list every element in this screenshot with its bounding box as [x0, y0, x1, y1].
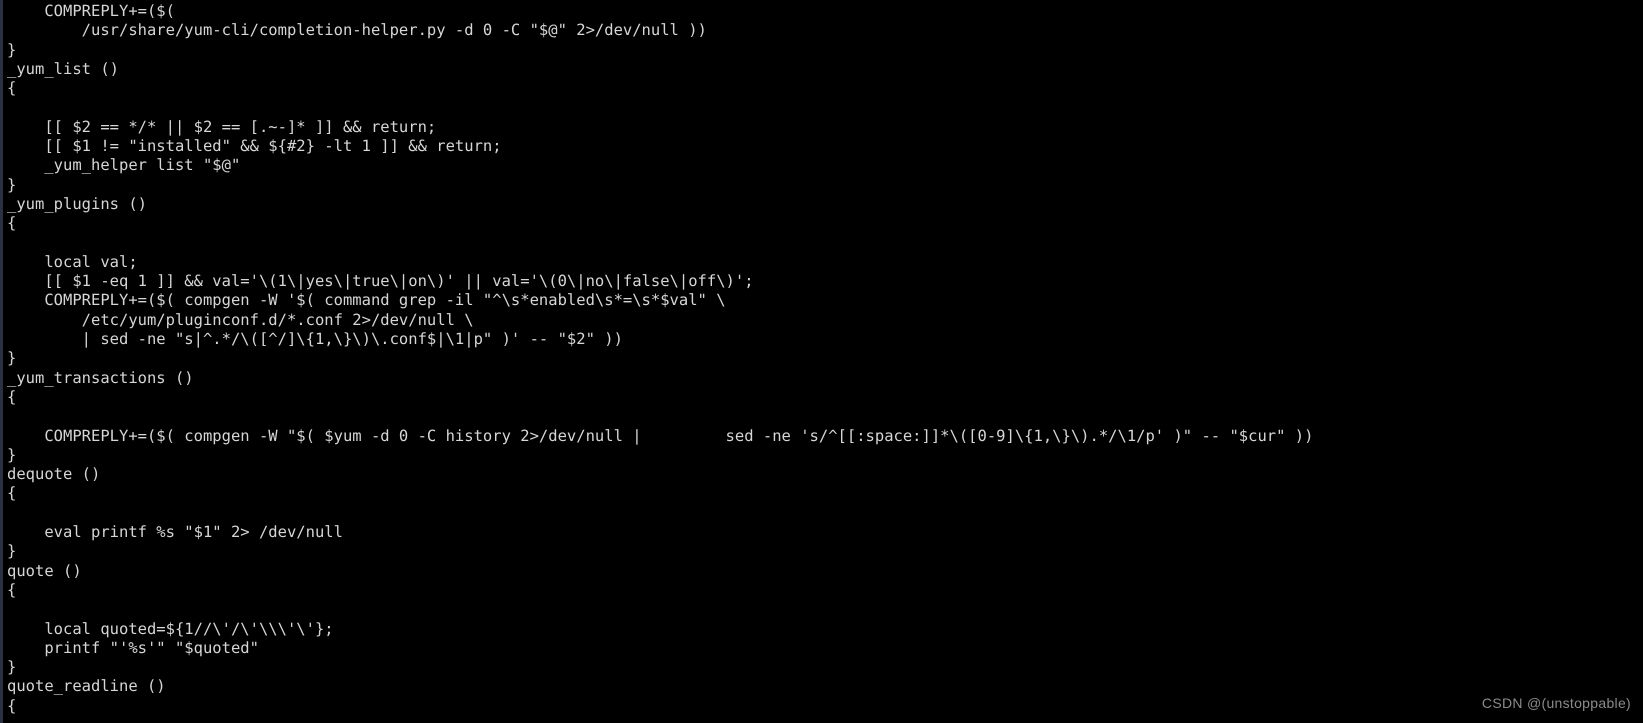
terminal-line: {	[7, 387, 17, 406]
terminal-line: {	[7, 484, 17, 503]
terminal-line: COMPREPLY+=($( compgen -W '$( command gr…	[7, 291, 726, 310]
terminal-line: _yum_transactions ()	[7, 368, 194, 387]
terminal-line: }	[7, 658, 17, 677]
terminal-line: /usr/share/yum-cli/completion-helper.py …	[7, 21, 707, 40]
terminal-line: }	[7, 40, 17, 59]
terminal-line: _yum_plugins ()	[7, 194, 147, 213]
terminal-output-area[interactable]: COMPREPLY+=($( /usr/share/yum-cli/comple…	[3, 0, 1643, 723]
terminal-line: [[ $1 -eq 1 ]] && val='\(1\|yes\|true\|o…	[7, 272, 754, 291]
terminal-line: [[ $1 != "installed" && ${#2} -lt 1 ]] &…	[7, 137, 502, 156]
terminal-line: }	[7, 445, 17, 464]
terminal-line: _yum_helper list "$@"	[7, 156, 241, 175]
terminal-line: COMPREPLY+=($( compgen -W "$( $yum -d 0 …	[7, 426, 1314, 445]
terminal-line: COMPREPLY+=($(	[7, 2, 175, 20]
terminal-line: }	[7, 349, 17, 368]
terminal-line: local val;	[7, 252, 138, 271]
terminal-line: quote_readline ()	[7, 677, 166, 696]
terminal-line: eval printf %s "$1" 2> /dev/null	[7, 523, 343, 542]
terminal-line: }	[7, 175, 17, 194]
terminal-line: dequote ()	[7, 465, 101, 484]
terminal-line: {	[7, 214, 17, 233]
terminal-line: | sed -ne "s|^.*/\([^/]\{1,\}\)\.conf$|\…	[7, 330, 623, 349]
terminal-line: {	[7, 580, 17, 599]
terminal-line: }	[7, 542, 17, 561]
terminal-line: [[ $2 == */* || $2 == [.~-]* ]] && retur…	[7, 117, 437, 136]
terminal-line: /etc/yum/pluginconf.d/*.conf 2>/dev/null…	[7, 310, 474, 329]
terminal-line: printf "'%s'" "$quoted"	[7, 638, 259, 657]
terminal-line: {	[7, 696, 17, 715]
terminal-window[interactable]: COMPREPLY+=($( /usr/share/yum-cli/comple…	[0, 0, 1643, 723]
csdn-watermark: CSDN @(unstoppable)	[1481, 695, 1631, 711]
terminal-line: local quoted=${1//\'/\'\\\'\'};	[7, 619, 334, 638]
terminal-line: {	[7, 79, 17, 98]
terminal-line: quote ()	[7, 561, 82, 580]
terminal-line: _yum_list ()	[7, 59, 119, 78]
